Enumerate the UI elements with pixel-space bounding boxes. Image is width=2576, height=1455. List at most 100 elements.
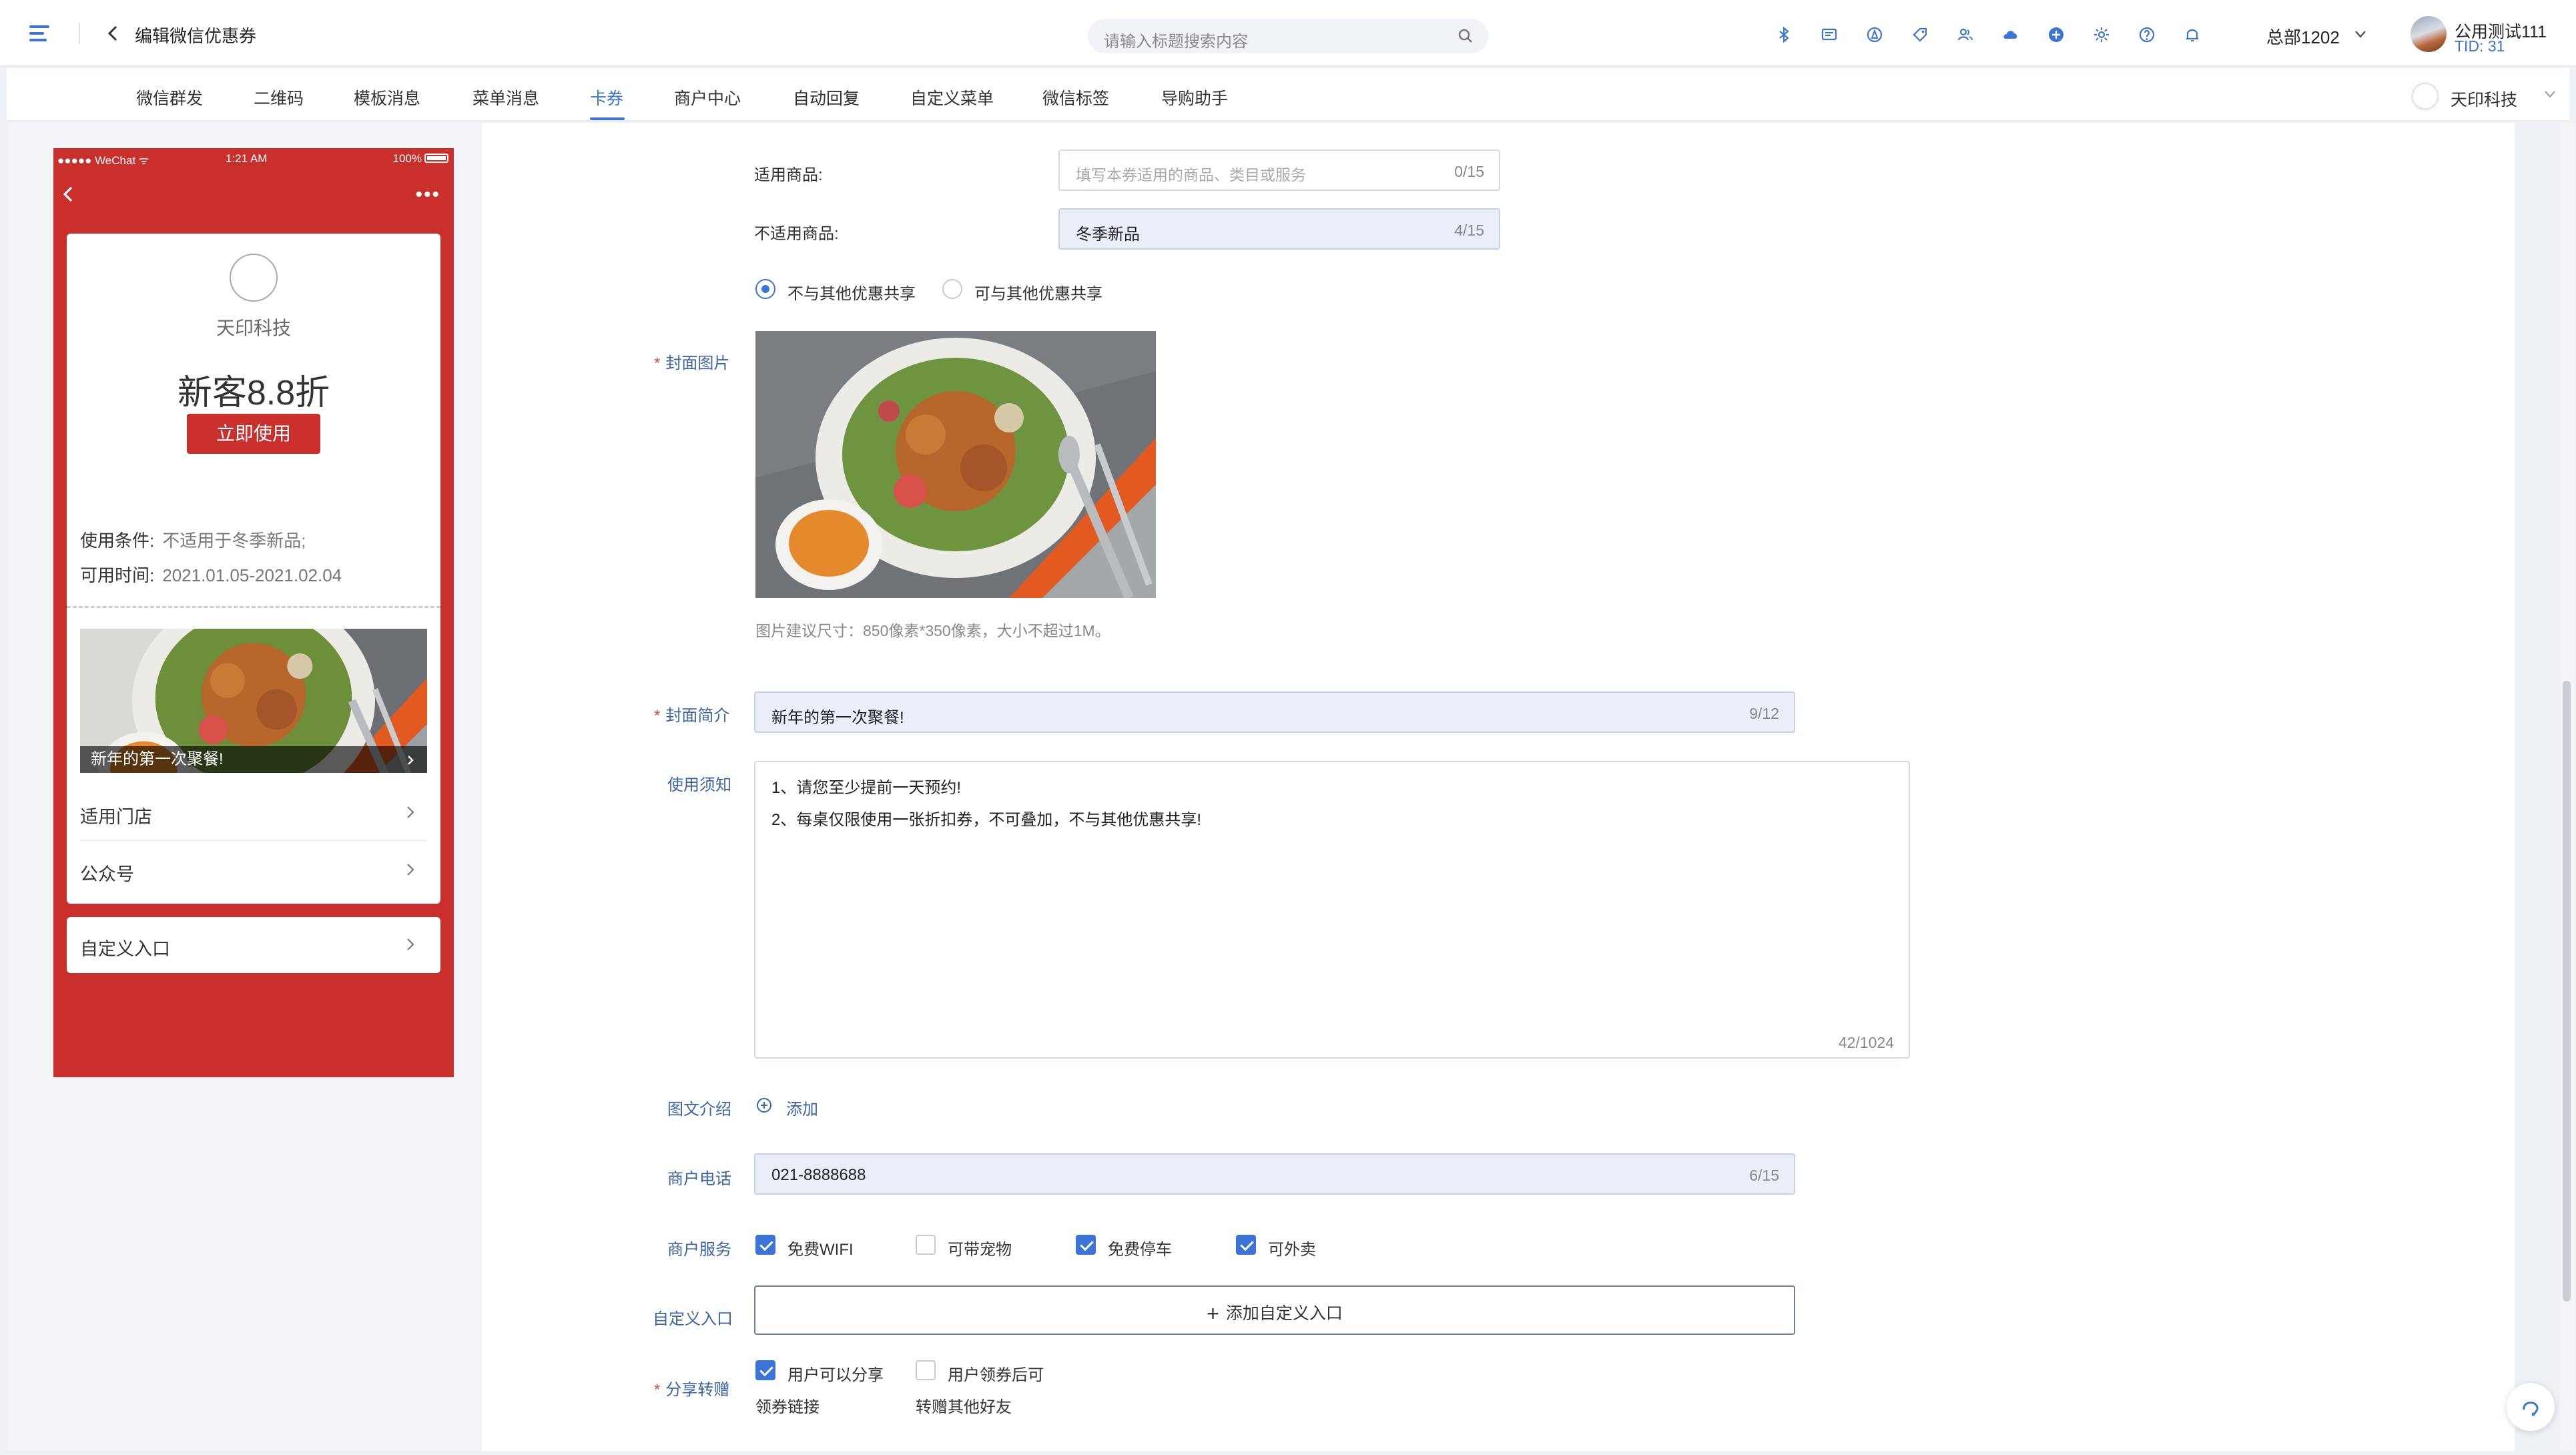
required-mark: *: [654, 354, 661, 372]
usage-notice-textarea[interactable]: 1、请您至少提前一天预约! 2、每桌仅限使用一张折扣券，不可叠加，不与其他优惠共…: [754, 761, 1910, 1059]
tab-qrcode[interactable]: 二维码: [254, 85, 304, 109]
back-arrow-icon[interactable]: [104, 24, 123, 43]
merchant-name: 天印科技: [216, 318, 291, 338]
cover-intro-field[interactable]: 新年的第一次聚餐! 9/12: [754, 691, 1795, 733]
add-custom-entry-button[interactable]: + 添加自定义入口: [754, 1285, 1795, 1335]
phone-status-bar: ●●●●● WeChat ᯤ 1:21 AM 100%: [53, 148, 454, 168]
applicable-products-label: 适用商品:: [754, 166, 823, 184]
cover-intro-input[interactable]: 新年的第一次聚餐!: [771, 704, 904, 728]
tab-wechat-tags[interactable]: 微信标签: [1042, 85, 1109, 109]
tab-template-message[interactable]: 模板消息: [354, 85, 420, 109]
plus-circle-icon[interactable]: [2047, 26, 2065, 43]
checkbox-free-parking[interactable]: [1076, 1235, 1096, 1255]
more-icon: •••: [415, 184, 440, 206]
checkbox-user-share[interactable]: [755, 1360, 775, 1380]
radio-no-share[interactable]: [755, 279, 775, 299]
usage-notice-label: 使用须知: [667, 776, 731, 794]
customer-service-button[interactable]: [2507, 1383, 2555, 1431]
cover-intro-label: * 封面简介: [654, 702, 729, 725]
company-switcher[interactable]: 天印科技: [2411, 80, 2517, 109]
menu-icon[interactable]: [29, 25, 49, 41]
tag-icon[interactable]: [1911, 26, 1929, 43]
not-applicable-products-label: 不适用商品:: [754, 225, 839, 243]
custom-entry-card: 自定义入口: [67, 917, 440, 973]
plus-circle-icon[interactable]: [755, 1097, 773, 1114]
chevron-down-icon[interactable]: [2353, 27, 2368, 41]
notice-line: 1、请您至少提前一天预约!: [771, 779, 962, 797]
cover-image-label-text: 封面图片: [665, 354, 730, 372]
checkbox-pets-allowed-label[interactable]: 可带宠物: [948, 1236, 1012, 1259]
battery-percent: 100%: [392, 152, 422, 165]
usage-condition: 使用条件: 不适用于冬季新品;: [80, 527, 306, 552]
add-custom-entry-content[interactable]: + 添加自定义入口: [755, 1300, 1794, 1326]
applicable-products-field[interactable]: 填写本券适用的商品、类目或服务 0/15: [1058, 150, 1500, 191]
checkbox-free-parking-label[interactable]: 免费停车: [1108, 1236, 1172, 1259]
chevron-down-icon[interactable]: [2543, 87, 2557, 101]
tab-menu-message[interactable]: 菜单消息: [472, 85, 539, 109]
bluetooth-icon[interactable]: [1775, 26, 1793, 43]
checkbox-user-transfer-label[interactable]: 用户领券后可: [948, 1362, 1044, 1385]
checkbox-free-wifi[interactable]: [755, 1235, 775, 1255]
share-transfer-label: * 分享转赠: [654, 1376, 729, 1400]
tab-shopping-guide[interactable]: 导购助手: [1161, 85, 1228, 109]
checkbox-user-transfer-label-2[interactable]: 转赠其他好友: [916, 1394, 1012, 1417]
scrollbar-thumb[interactable]: [2563, 681, 2571, 1301]
radio-can-share[interactable]: [942, 279, 962, 299]
tab-wechat-broadcast[interactable]: 微信群发: [136, 85, 203, 109]
message-icon[interactable]: [1821, 26, 1838, 43]
article-intro-label: 图文介绍: [667, 1101, 731, 1119]
avatar[interactable]: [2410, 16, 2447, 52]
checkbox-pets-allowed[interactable]: [916, 1235, 936, 1255]
merchant-phone-input[interactable]: 021-8888688: [771, 1166, 866, 1185]
merchant-phone-field[interactable]: 021-8888688 6/15: [754, 1153, 1795, 1195]
bell-icon[interactable]: [2184, 26, 2201, 43]
help-icon[interactable]: [2138, 26, 2156, 43]
tab-bar: 微信群发 二维码 模板消息 菜单消息 卡券 商户中心 自动回复 自定义菜单 微信…: [7, 68, 2569, 121]
search-input[interactable]: 请输入标题搜索内容: [1104, 28, 1248, 51]
chevron-right-icon: [408, 756, 414, 765]
cover-image-label: * 封面图片: [654, 350, 729, 373]
custom-entry-label: 自定义入口: [80, 939, 170, 959]
cloud-icon[interactable]: [2002, 26, 2019, 43]
carrier-label: ●●●●● WeChat ᯤ: [57, 154, 149, 167]
checkbox-user-share-label[interactable]: 用户可以分享: [787, 1362, 884, 1385]
radio-can-share-label[interactable]: 可与其他优惠共享: [974, 280, 1102, 304]
tab-cards[interactable]: 卡券: [590, 85, 623, 109]
battery-icon: [424, 154, 448, 163]
checkbox-takeout-label[interactable]: 可外卖: [1268, 1236, 1316, 1259]
compass-icon[interactable]: [1866, 26, 1883, 43]
checkbox-takeout[interactable]: [1236, 1235, 1256, 1255]
custom-entry-label: 自定义入口: [653, 1310, 733, 1328]
cover-caption: 新年的第一次聚餐!: [80, 746, 427, 773]
org-selector[interactable]: 总部1202: [2266, 24, 2340, 49]
use-now-button: 立即使用: [187, 414, 320, 454]
headset-icon[interactable]: [2507, 1383, 2555, 1431]
tab-merchant-center[interactable]: 商户中心: [674, 85, 741, 109]
usage-condition-value: 不适用于冬季新品;: [162, 531, 306, 551]
search-box[interactable]: 请输入标题搜索内容: [1088, 19, 1488, 53]
radio-no-share-label[interactable]: 不与其他优惠共享: [787, 280, 916, 304]
share-transfer-label-text: 分享转赠: [665, 1381, 730, 1399]
company-name[interactable]: 天印科技: [2451, 91, 2517, 109]
checkbox-user-transfer[interactable]: [916, 1360, 936, 1380]
add-article-button[interactable]: 添加: [786, 1096, 818, 1119]
tab-custom-menu[interactable]: 自定义菜单: [910, 85, 994, 109]
valid-time: 可用时间: 2021.01.05-2021.02.04: [80, 562, 342, 587]
checkbox-user-share-label-2[interactable]: 领券链接: [755, 1394, 820, 1417]
not-applicable-products-input[interactable]: 冬季新品: [1076, 221, 1140, 244]
not-applicable-products-field[interactable]: 冬季新品 4/15: [1058, 208, 1500, 250]
char-count: 4/15: [1454, 222, 1484, 239]
company-toggle[interactable]: [2411, 83, 2439, 109]
tab-auto-reply[interactable]: 自动回复: [793, 85, 860, 109]
search-icon[interactable]: [1458, 28, 1474, 44]
toolbar-icons: [1775, 21, 2201, 48]
add-custom-entry-label[interactable]: 添加自定义入口: [1226, 1304, 1343, 1323]
gear-icon[interactable]: [2093, 26, 2110, 43]
notice-line: 2、每桌仅限使用一张折扣券，不可叠加，不与其他优惠共享!: [771, 811, 1202, 829]
checkbox-free-wifi-label[interactable]: 免费WIFI: [787, 1236, 854, 1259]
users-icon[interactable]: [1957, 26, 1974, 43]
back-arrow-icon: [63, 186, 73, 202]
merchant-phone-label: 商户电话: [667, 1170, 731, 1188]
applicable-products-input[interactable]: 填写本券适用的商品、类目或服务: [1076, 162, 1306, 185]
cover-image-upload[interactable]: [755, 331, 1156, 598]
